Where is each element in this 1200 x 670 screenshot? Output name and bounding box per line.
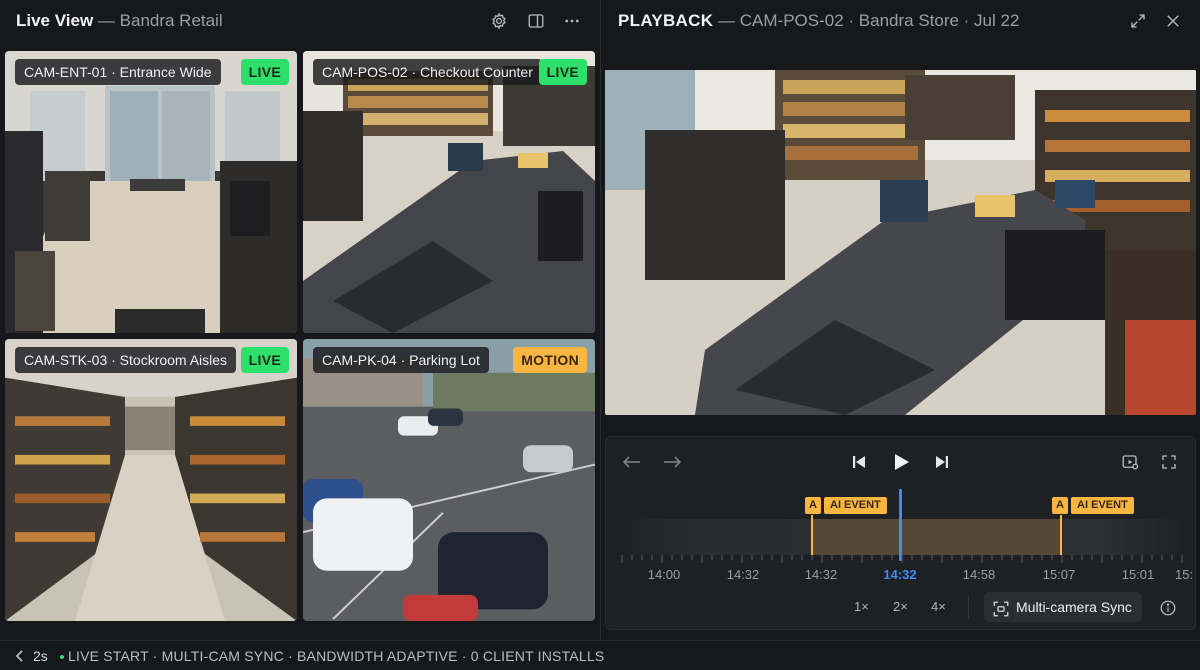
ai-event-tag[interactable]: A	[1052, 497, 1068, 514]
camera-label: CAM-STK-03 · Stockroom Aisles	[15, 347, 237, 373]
controls-separator	[968, 595, 969, 619]
tick-label: 14:58	[962, 567, 996, 582]
timeline-ticks	[621, 555, 1183, 563]
arrow-right-icon[interactable]	[660, 451, 684, 473]
parking-camera-feed	[303, 339, 595, 621]
tick-label: 14:32	[804, 567, 838, 582]
entrance-camera-feed	[5, 51, 297, 333]
live-view-subtitle: — Bandra Retail	[97, 11, 223, 30]
playback-title: PLAYBACK — CAM-POS-02 · Bandra Store · J…	[618, 11, 1019, 31]
live-view-header: Live View — Bandra Retail	[0, 0, 600, 44]
live-badge: LIVE	[240, 59, 289, 85]
stockroom-camera-feed	[5, 339, 297, 621]
live-view-title: Live View — Bandra Retail	[16, 11, 223, 31]
camera-tile-entrance[interactable]: CAM-ENT-01 · Entrance Wide LIVE	[5, 51, 297, 333]
multi-camera-sync-button[interactable]: Multi-camera Sync	[984, 592, 1142, 622]
playback-controls: A AI EVENT A AI EVENT 14:00 14:32 14:32 …	[605, 436, 1196, 630]
event-range	[811, 519, 1061, 555]
live-view-panel: Live View — Bandra Retail CAM-ENT-01 · E…	[0, 0, 600, 640]
ai-event-label[interactable]: AI EVENT	[824, 497, 887, 514]
panel-layout-icon[interactable]	[525, 10, 547, 32]
status-time: 2s	[33, 648, 48, 664]
event-marker	[811, 515, 813, 555]
playback-camera-feed	[605, 70, 1196, 415]
tick-label: 14:32	[726, 567, 760, 582]
playback-title-text: PLAYBACK	[618, 11, 714, 30]
speed-1x[interactable]: 1×	[854, 599, 869, 614]
playback-panel: PLAYBACK — CAM-POS-02 · Bandra Store · J…	[601, 0, 1200, 640]
tick-label: 15:01	[1121, 567, 1155, 582]
chevron-left-icon[interactable]	[14, 649, 28, 663]
tick-label-current: 14:32	[883, 567, 917, 582]
info-icon[interactable]	[1157, 597, 1179, 619]
camera-label: CAM-PK-04 · Parking Lot	[313, 347, 489, 373]
more-icon[interactable]	[561, 10, 583, 32]
status-text: LIVE START · MULTI-CAM SYNC · BANDWIDTH …	[68, 648, 605, 664]
motion-badge: MOTION	[513, 347, 587, 373]
live-badge: LIVE	[240, 347, 289, 373]
checkout-camera-feed	[303, 51, 595, 333]
status-bar: 2s LIVE START · MULTI-CAM SYNC · BANDWID…	[0, 640, 1200, 670]
speed-2x[interactable]: 2×	[893, 599, 908, 614]
tick-label: 15:07	[1042, 567, 1076, 582]
event-marker	[1060, 515, 1062, 555]
playback-subtitle: — CAM-POS-02 · Bandra Store · Jul 22	[718, 11, 1020, 30]
gear-icon[interactable]	[488, 10, 510, 32]
ai-event-tag[interactable]: A	[805, 497, 821, 514]
camera-label: CAM-ENT-01 · Entrance Wide	[15, 59, 221, 85]
arrow-left-icon[interactable]	[620, 451, 644, 473]
camera-tile-stockroom[interactable]: CAM-STK-03 · Stockroom Aisles LIVE	[5, 339, 297, 621]
camera-label: CAM-POS-02 · Checkout Counter	[313, 59, 542, 85]
playhead[interactable]	[899, 489, 902, 561]
fullscreen-icon[interactable]	[1158, 451, 1180, 473]
tick-label: 15:	[1175, 567, 1193, 582]
camera-tile-parking[interactable]: CAM-PK-04 · Parking Lot MOTION	[303, 339, 595, 621]
close-icon[interactable]	[1162, 10, 1184, 32]
expand-icon[interactable]	[1127, 10, 1149, 32]
playback-video[interactable]	[605, 70, 1196, 415]
status-dot	[60, 655, 64, 659]
sync-icon	[992, 598, 1010, 628]
skip-back-icon[interactable]	[848, 451, 870, 473]
live-badge: LIVE	[538, 59, 587, 85]
tick-label: 14:00	[647, 567, 681, 582]
camera-tile-checkout[interactable]: CAM-POS-02 · Checkout Counter LIVE	[303, 51, 595, 333]
ai-event-label[interactable]: AI EVENT	[1071, 497, 1134, 514]
speed-4x[interactable]: 4×	[931, 599, 946, 614]
sync-label: Multi-camera Sync	[1016, 599, 1132, 615]
skip-forward-icon[interactable]	[931, 451, 953, 473]
play-icon[interactable]	[890, 449, 914, 475]
live-view-title-text: Live View	[16, 11, 94, 30]
clip-icon[interactable]	[1119, 451, 1141, 473]
